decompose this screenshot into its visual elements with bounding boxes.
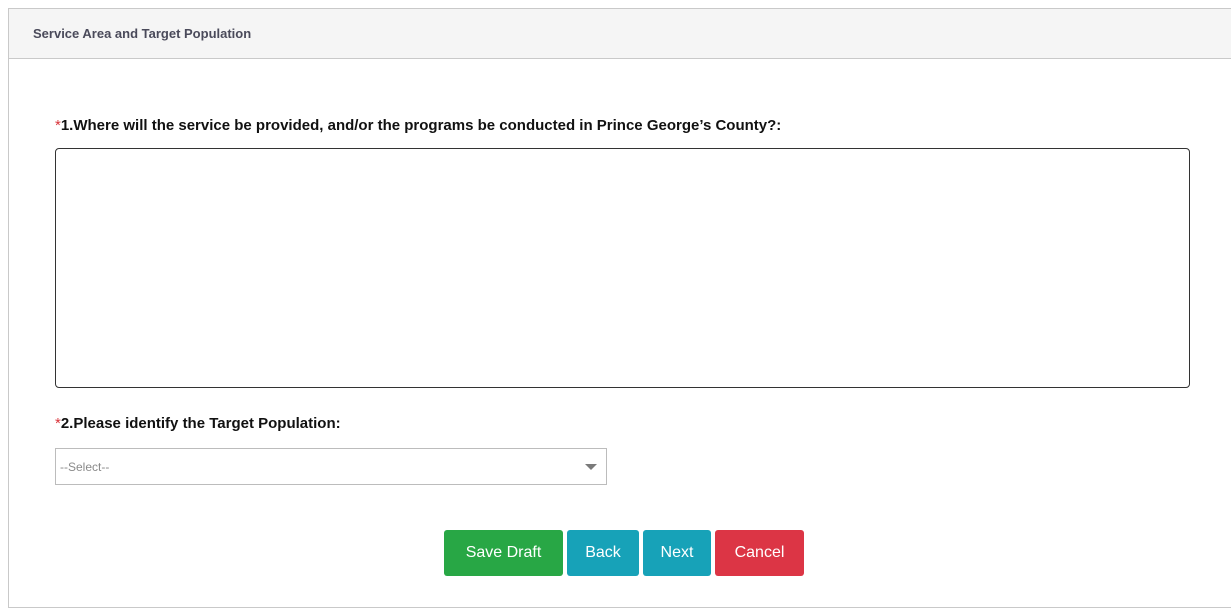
next-button[interactable]: Next	[643, 530, 711, 576]
chevron-down-icon	[585, 463, 597, 470]
target-population-select[interactable]: --Select--	[55, 448, 607, 485]
cancel-button[interactable]: Cancel	[715, 530, 804, 576]
service-location-textarea[interactable]	[55, 148, 1190, 388]
form-panel: Service Area and Target Population *1.Wh…	[8, 8, 1231, 608]
select-value: --Select--	[60, 459, 110, 474]
save-draft-button[interactable]: Save Draft	[444, 530, 563, 576]
question-2-label: *2.Please identify the Target Population…	[55, 415, 341, 432]
question-2-text: 2.Please identify the Target Population:	[60, 415, 341, 432]
panel-header: Service Area and Target Population	[9, 9, 1231, 59]
action-buttons: Save Draft Back Next Cancel	[444, 530, 804, 576]
back-button[interactable]: Back	[567, 530, 639, 576]
question-1-text: 1.Where will the service be provided, an…	[60, 117, 782, 134]
question-1-label: *1.Where will the service be provided, a…	[55, 117, 781, 134]
panel-title: Service Area and Target Population	[33, 26, 252, 41]
